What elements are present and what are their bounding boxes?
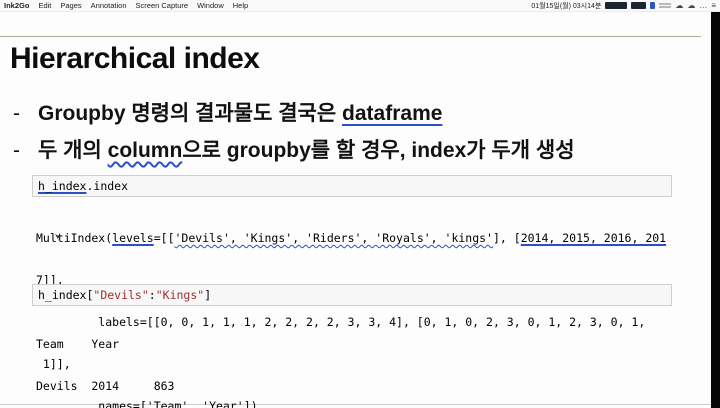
- battery-indicator-icon[interactable]: [605, 2, 628, 9]
- menubar-status-area: 01월15일(월) 03시14분 ☁ ☁ … ≡: [531, 1, 716, 11]
- menu-app-name[interactable]: Ink2Go: [4, 1, 29, 10]
- code-cell-input-1: h_index.index: [32, 175, 672, 197]
- string-literal: "Kings": [155, 288, 205, 302]
- code-cell-output-2: Team Year Devils 2014 863 2015 673 Kings…: [36, 310, 216, 408]
- bluetooth-status-icon[interactable]: [650, 2, 656, 9]
- more-icon[interactable]: …: [699, 1, 707, 10]
- menu-item-pages[interactable]: Pages: [60, 1, 81, 10]
- table-row: Devils 2014 863: [36, 378, 175, 393]
- menu-item-help[interactable]: Help: [233, 1, 248, 10]
- bullet2-text: 두 개의: [38, 139, 108, 162]
- page-title: Hierarchical index: [10, 42, 260, 75]
- output2-header: Team Year: [36, 337, 120, 351]
- app-window: Ink2Go Edit Pages Annotation Screen Capt…: [0, 0, 720, 408]
- pen-cursor-icon: [55, 234, 61, 241]
- output1-line0: MultiIndex(levels=[['Devils', 'Kings', '…: [36, 231, 667, 245]
- code1-variable: h_index: [38, 179, 87, 193]
- menu-item-edit[interactable]: Edit: [38, 1, 51, 10]
- string-literal: "Devils": [93, 288, 149, 302]
- bullet-groupby-dataframe: - Groupby 명령의 결과물도 결국은 dataframe: [13, 97, 442, 127]
- bullet-marker: -: [13, 102, 20, 125]
- status-datetime: 01월15일(월) 03시14분: [531, 2, 602, 10]
- bullet1-text: Groupby 명령의 결과물도 결국은: [38, 102, 343, 125]
- menu-item-window[interactable]: Window: [197, 1, 224, 10]
- cloud-icon[interactable]: ☁: [675, 1, 683, 10]
- bullet-two-columns: -두 개의 column으로 groupby를 할 경우, index가 두개 …: [13, 139, 575, 162]
- bullet1-underlined-word: dataframe: [342, 102, 443, 125]
- bullet2-underlined-word: column: [107, 139, 183, 162]
- code-cell-input-2: h_index["Devils":"Kings"]: [32, 284, 672, 306]
- app-status-icon[interactable]: [631, 2, 647, 9]
- right-black-bar: [711, 12, 720, 408]
- slide-top-separator: [0, 36, 701, 37]
- menu-item-screen-capture[interactable]: Screen Capture: [136, 1, 189, 10]
- notification-center-icon[interactable]: ≡: [711, 1, 716, 10]
- menubar: Ink2Go Edit Pages Annotation Screen Capt…: [0, 0, 720, 12]
- bullet-marker: -: [13, 139, 20, 162]
- cloud-sync-icon[interactable]: ☁: [687, 1, 695, 10]
- input-source-icon[interactable]: [659, 3, 672, 8]
- menu-item-annotation[interactable]: Annotation: [91, 1, 127, 10]
